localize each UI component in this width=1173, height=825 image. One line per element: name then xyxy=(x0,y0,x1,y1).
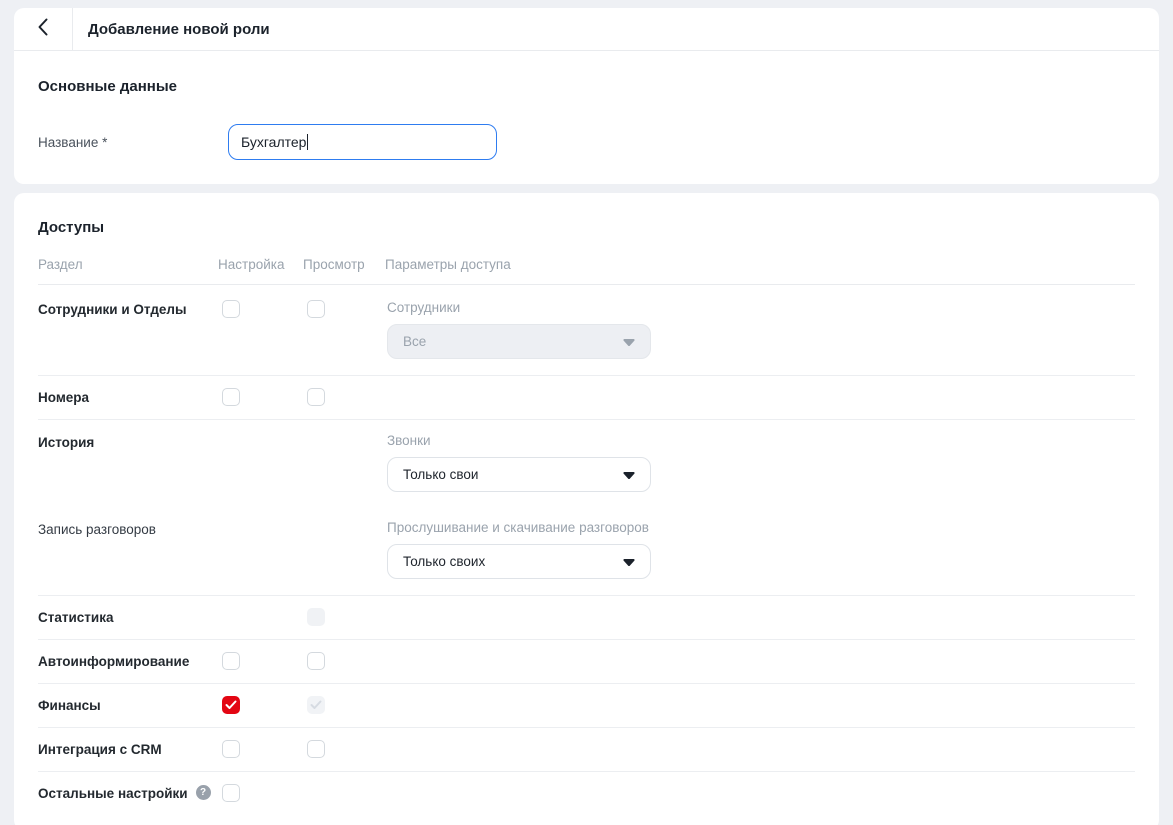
header-divider xyxy=(72,8,73,50)
role-name-value: Бухгалтер xyxy=(241,134,306,150)
employees-scope-select[interactable]: Все xyxy=(387,324,651,359)
view-checkbox[interactable] xyxy=(307,652,325,670)
column-header-configure: Настройка xyxy=(218,257,303,272)
column-header-view: Просмотр xyxy=(303,257,385,272)
basic-data-heading: Основные данные xyxy=(38,78,1135,95)
view-checkbox[interactable] xyxy=(307,300,325,318)
table-row-other-settings: Остальные настройки ? xyxy=(38,772,1135,825)
chevron-down-icon xyxy=(623,338,635,346)
row-sublabel: Запись разговоров xyxy=(38,520,218,537)
table-row-statistics: Статистика xyxy=(38,596,1135,640)
configure-checkbox[interactable] xyxy=(222,696,240,714)
name-field-row: Название * Бухгалтер xyxy=(38,124,1135,160)
view-checkbox[interactable] xyxy=(307,696,325,714)
column-header-section: Раздел xyxy=(38,257,218,272)
select-value: Только свои xyxy=(403,467,478,482)
configure-checkbox[interactable] xyxy=(222,300,240,318)
page-header: Добавление новой роли xyxy=(14,8,1159,51)
row-label: Номера xyxy=(38,388,218,405)
table-row-numbers: Номера xyxy=(38,376,1135,420)
configure-checkbox[interactable] xyxy=(222,388,240,406)
basic-data-card: Добавление новой роли Основные данные На… xyxy=(14,8,1159,184)
page-title: Добавление новой роли xyxy=(88,8,270,50)
access-heading: Доступы xyxy=(38,219,1135,236)
configure-checkbox[interactable] xyxy=(222,784,240,802)
calls-scope-select[interactable]: Только свои xyxy=(387,457,651,492)
text-cursor xyxy=(307,134,308,150)
help-icon[interactable]: ? xyxy=(196,785,211,800)
access-card: Доступы Раздел Настройка Просмотр Параме… xyxy=(14,193,1159,825)
back-button[interactable] xyxy=(14,8,72,50)
recordings-scope-select[interactable]: Только своих xyxy=(387,544,651,579)
role-name-input[interactable]: Бухгалтер xyxy=(228,124,497,160)
select-value: Только своих xyxy=(403,554,485,569)
param-label: Звонки xyxy=(387,433,1135,448)
chevron-down-icon xyxy=(623,558,635,566)
row-label: Сотрудники и Отделы xyxy=(38,300,218,317)
configure-checkbox[interactable] xyxy=(222,740,240,758)
row-label: Остальные настройки xyxy=(38,784,188,801)
view-checkbox[interactable] xyxy=(307,740,325,758)
row-label: Автоинформирование xyxy=(38,652,218,669)
select-value: Все xyxy=(403,334,426,349)
chevron-left-icon xyxy=(38,18,48,41)
table-header-row: Раздел Настройка Просмотр Параметры дост… xyxy=(38,257,1135,285)
table-row-history: История Звонки Только свои Запись разгов… xyxy=(38,420,1135,596)
table-row-employees: Сотрудники и Отделы Сотрудники Все xyxy=(38,285,1135,376)
chevron-down-icon xyxy=(623,471,635,479)
view-checkbox[interactable] xyxy=(307,388,325,406)
param-label: Сотрудники xyxy=(387,300,1135,315)
basic-data-section: Основные данные Название * Бухгалтер xyxy=(14,51,1159,184)
row-label: Статистика xyxy=(38,608,218,625)
add-role-page: Добавление новой роли Основные данные На… xyxy=(0,0,1173,825)
param-label: Прослушивание и скачивание разговоров xyxy=(387,520,1135,535)
name-field-label: Название * xyxy=(38,135,228,150)
view-checkbox[interactable] xyxy=(307,608,325,626)
row-label: История xyxy=(38,433,218,450)
table-row-autoinform: Автоинформирование xyxy=(38,640,1135,684)
table-row-finances: Финансы xyxy=(38,684,1135,728)
row-label: Интеграция с CRM xyxy=(38,740,218,757)
column-header-params: Параметры доступа xyxy=(385,257,1135,272)
table-row-crm: Интеграция с CRM xyxy=(38,728,1135,772)
configure-checkbox[interactable] xyxy=(222,652,240,670)
row-label: Финансы xyxy=(38,696,218,713)
